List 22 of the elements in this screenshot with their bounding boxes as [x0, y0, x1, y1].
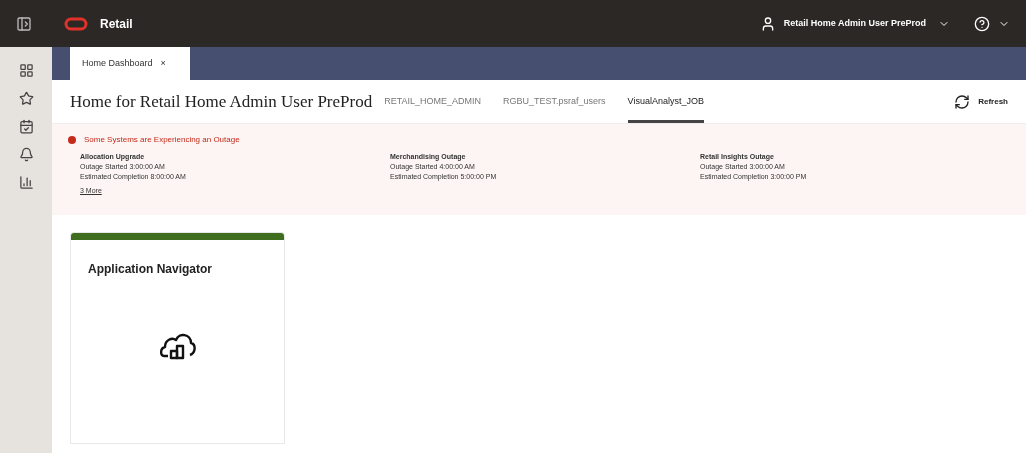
logo-icon [64, 16, 88, 31]
user-menu[interactable]: Retail Home Admin User PreProd [783, 16, 950, 31]
open-tab[interactable]: Home Dashboard × [70, 47, 190, 80]
error-icon [68, 136, 76, 144]
alert-title: Some Systems are Experiencing an Outage [84, 134, 240, 146]
app-name: Retail [100, 15, 133, 33]
chart-icon[interactable] [18, 175, 34, 190]
dashboard-tab[interactable]: RGBU_TEST.psraf_users [503, 80, 606, 123]
grid-icon[interactable] [18, 63, 34, 78]
menu-icon[interactable] [16, 15, 32, 32]
tile-title: Application Navigator [87, 261, 213, 278]
page-title: Home for Retail Home Admin User PreProd [70, 90, 373, 113]
help-icon[interactable] [974, 15, 990, 32]
dashboard-tab[interactable]: RETAIL_HOME_ADMIN [384, 80, 482, 123]
bell-icon[interactable] [18, 147, 34, 162]
calendar-icon[interactable] [18, 119, 34, 134]
tab-label: Home Dashboard [82, 56, 153, 70]
refresh-icon [954, 93, 971, 110]
close-icon[interactable]: × [160, 56, 166, 71]
refresh-button[interactable]: Refresh [954, 93, 1008, 110]
navigator-tile[interactable]: Application Navigator [70, 232, 285, 444]
star-icon[interactable] [18, 91, 34, 106]
